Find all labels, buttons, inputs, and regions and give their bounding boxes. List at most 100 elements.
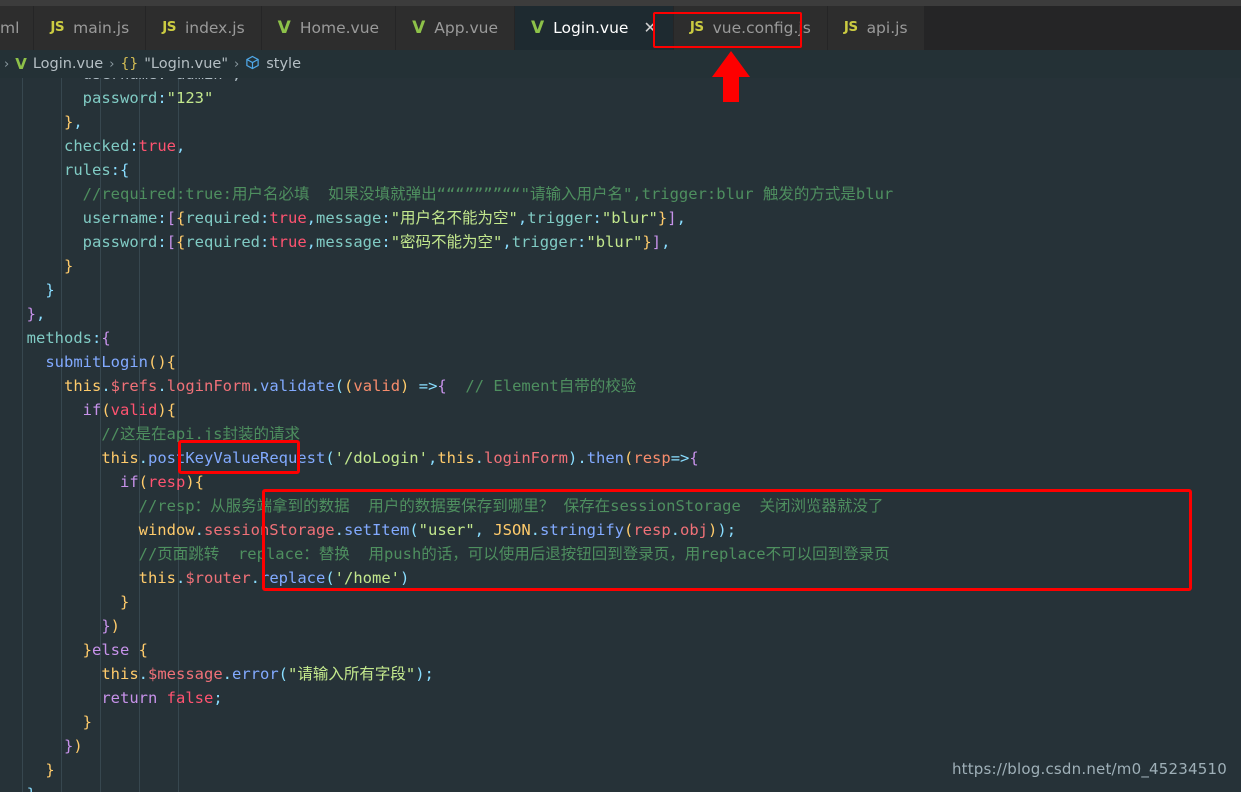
code-token: '/doLogin' (334, 449, 428, 467)
code-token: loginForm (166, 377, 251, 395)
tab-login-vue[interactable]: V Login.vue ✕ (515, 6, 674, 50)
code-token: : (381, 233, 391, 251)
code-token: } (8, 785, 36, 792)
editor-tab-bar[interactable]: ml JS main.js JS index.js V Home.vue V A… (0, 6, 1241, 50)
code-line[interactable]: username:[{required:true,message:"用户名不能为… (0, 206, 893, 230)
code-token: , (676, 209, 686, 227)
code-editor[interactable]: username:"admin", password:"123" }, chec… (0, 78, 1241, 792)
tab-home-vue[interactable]: V Home.vue (261, 6, 397, 50)
code-token: sessionStorage (203, 521, 335, 539)
breadcrumb[interactable]: › V Login.vue › {} "Login.vue" › style (0, 50, 1241, 78)
code-token: : (157, 89, 167, 107)
code-token: ] (651, 233, 662, 251)
code-line[interactable]: methods:{ (0, 326, 893, 350)
code-line[interactable]: if(valid){ (0, 398, 893, 422)
code-line[interactable]: rules:{ (0, 158, 893, 182)
code-content[interactable]: username:"admin", password:"123" }, chec… (0, 78, 894, 792)
code-token: replace (260, 569, 326, 587)
code-line[interactable]: } (0, 758, 893, 782)
code-token: true (138, 137, 176, 155)
code-token: this (8, 665, 139, 683)
code-token: validate (260, 377, 335, 395)
code-token: ) (400, 377, 410, 395)
code-token: } (8, 593, 130, 611)
code-line[interactable]: this.$router.replace('/home') (0, 566, 893, 590)
code-line[interactable]: this.postKeyValueRequest('/doLogin',this… (0, 446, 893, 470)
tab-main-js[interactable]: JS main.js (34, 6, 147, 50)
code-token: ( (278, 665, 289, 683)
code-token: //required:true:用户名必填 如果没填就弹出“““””””““"请… (8, 185, 894, 203)
breadcrumb-separator: › (4, 56, 10, 72)
code-line[interactable]: }else { (0, 638, 893, 662)
code-token: stringify (540, 521, 624, 539)
vue-icon: V (15, 55, 27, 73)
code-token: ( (334, 377, 345, 395)
code-line[interactable]: } (0, 590, 893, 614)
code-token: "用户名不能为空" (390, 209, 518, 227)
breadcrumb-item-style[interactable]: style (266, 56, 301, 72)
code-token: . (334, 521, 344, 539)
code-token: . (474, 449, 484, 467)
code-token: "blur" (586, 233, 643, 251)
code-line[interactable]: this.$refs.loginForm.validate((valid) =>… (0, 374, 893, 398)
code-token: "user" (418, 521, 475, 539)
code-line[interactable]: checked:true, (0, 134, 893, 158)
code-token: { (176, 209, 186, 227)
code-line[interactable]: } (0, 254, 893, 278)
code-token: required (185, 233, 260, 251)
tab-app-vue[interactable]: V App.vue (396, 6, 515, 50)
breadcrumb-item-login-vue[interactable]: Login.vue (33, 56, 103, 72)
code-line[interactable]: } (0, 710, 893, 734)
code-token: username (8, 209, 158, 227)
code-line[interactable]: }) (0, 734, 893, 758)
code-line[interactable]: }, (0, 302, 893, 326)
code-token: ) (73, 737, 83, 755)
code-token: // Element自带的校验 (465, 377, 637, 395)
code-token: setItem (343, 521, 410, 539)
code-line[interactable]: submitLogin(){ (0, 350, 893, 374)
code-token: [ (166, 233, 176, 251)
code-token: ) (157, 401, 167, 419)
code-line[interactable]: //required:true:用户名必填 如果没填就弹出“““””””““"请… (0, 182, 894, 206)
code-token: , (502, 233, 512, 251)
code-line[interactable]: return false; (0, 686, 893, 710)
code-token: } (8, 617, 111, 635)
code-line[interactable]: } (0, 278, 893, 302)
code-line[interactable]: }, (0, 110, 893, 134)
code-token: resp (148, 473, 186, 491)
code-line[interactable]: if(resp){ (0, 470, 893, 494)
code-line[interactable]: password:"123" (0, 86, 893, 110)
tab-label: ml (0, 19, 20, 37)
tab-api-js[interactable]: JS api.js (827, 6, 925, 50)
code-line[interactable]: password:[{required:true,message:"密码不能为空… (0, 230, 893, 254)
code-line[interactable]: }) (0, 614, 893, 638)
code-token: ( (624, 449, 634, 467)
code-token: postKeyValueRequest (148, 449, 326, 467)
tab-index-js[interactable]: JS index.js (146, 6, 262, 50)
code-token: . (101, 377, 111, 395)
tab-html-truncated[interactable]: ml (0, 6, 35, 50)
tab-label: index.js (184, 19, 245, 37)
code-token: "请输入所有字段" (288, 665, 416, 683)
code-token: trigger (527, 209, 593, 227)
code-token: this (8, 449, 139, 467)
code-token: true (269, 209, 307, 227)
code-line[interactable]: //这是在api.js封装的请求 (0, 422, 893, 446)
code-token: } (8, 257, 74, 275)
code-token: rules (8, 161, 111, 179)
code-line[interactable]: //页面跳转 replace：替换 用push的话，可以使用后退按钮回到登录页，… (0, 542, 893, 566)
js-icon: JS (689, 19, 704, 36)
tab-vue-config-js[interactable]: JS vue.config.js (673, 6, 828, 50)
code-token: $refs (110, 377, 158, 395)
code-token: //页面跳转 replace：替换 用push的话，可以使用后退按钮回到登录页，… (8, 545, 890, 563)
code-line[interactable]: username:"admin", (0, 78, 893, 86)
close-icon[interactable]: ✕ (643, 20, 656, 36)
code-token: message (316, 209, 382, 227)
code-line[interactable]: window.sessionStorage.setItem("user", JS… (0, 518, 893, 542)
code-token: } (8, 113, 74, 131)
code-line[interactable]: //resp：从服务端拿到的数据 用户的数据要保存到哪里？ 保存在session… (0, 494, 893, 518)
breadcrumb-item-login-vue-symbol[interactable]: "Login.vue" (144, 56, 228, 72)
code-line[interactable]: } (0, 782, 893, 792)
code-line[interactable]: this.$message.error("请输入所有字段"); (0, 662, 893, 686)
code-token: , (474, 521, 494, 539)
